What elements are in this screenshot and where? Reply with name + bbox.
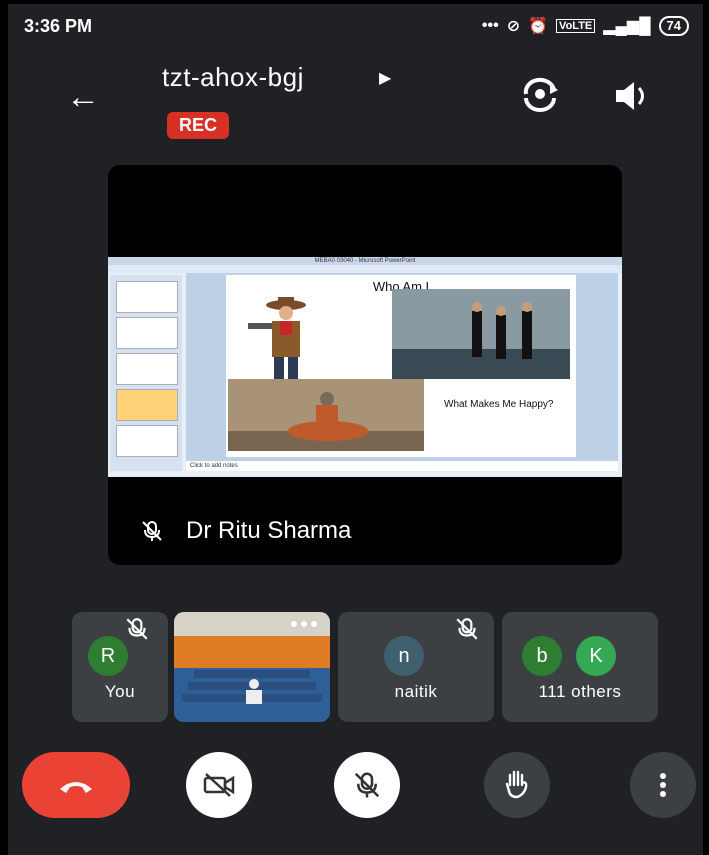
- camera-off-icon: [203, 773, 235, 797]
- battery-indicator: 74: [658, 16, 689, 36]
- volte-icon: VoLTE: [556, 19, 596, 33]
- meditating-man-image: [228, 379, 424, 451]
- auditorium-video: [174, 612, 330, 722]
- participant-tile-you[interactable]: R You: [72, 612, 168, 722]
- participant-video-tile[interactable]: [174, 612, 330, 722]
- cowboy-image: [228, 293, 338, 379]
- status-bar: 3:36 PM ••• ⊘ ⏰ VoLTE ▂▄▆█ 74: [24, 14, 689, 38]
- participant-strip: R You n naitik b K 111 others: [0, 612, 709, 722]
- call-controls: [0, 752, 709, 818]
- mic-off-icon: [126, 618, 148, 640]
- end-call-icon: [60, 782, 92, 793]
- raise-hand-button[interactable]: [484, 752, 550, 818]
- flip-camera-icon[interactable]: [520, 74, 560, 114]
- participant-name: You: [104, 682, 136, 701]
- status-icons: ••• ⊘ ⏰ VoLTE ▂▄▆█ 74: [482, 16, 689, 36]
- back-arrow-icon[interactable]: ←: [66, 78, 100, 117]
- avatar: R: [88, 636, 128, 676]
- slide-thumbnails: [110, 275, 182, 471]
- ppt-ribbon: [108, 265, 622, 273]
- signal-4g-icon: ▂▄▆█: [603, 18, 651, 35]
- avatar: K: [576, 636, 616, 676]
- shared-screen: MEBA0 03040 - Microsoft PowerPoint Who A…: [108, 257, 622, 477]
- mic-off-icon: [142, 521, 162, 541]
- more-options-button[interactable]: [630, 752, 696, 818]
- camera-toggle-button[interactable]: [186, 752, 252, 818]
- more-vert-icon: [660, 773, 666, 797]
- presenter-name: Dr Ritu Sharma: [186, 517, 352, 544]
- slide-thumbnail-active: [116, 389, 178, 421]
- play-triangle-icon[interactable]: ▶: [379, 68, 391, 88]
- avatar: n: [384, 636, 424, 676]
- avatar: b: [522, 636, 562, 676]
- recording-badge: REC: [167, 112, 230, 139]
- slide-thumbnail: [116, 353, 178, 385]
- presenter-label: Dr Ritu Sharma: [140, 517, 351, 545]
- slide-area: Who Am I What Makes Me Happy?: [186, 273, 618, 463]
- slide-thumbnail: [116, 281, 178, 313]
- presenter-tile[interactable]: MEBA0 03040 - Microsoft PowerPoint Who A…: [108, 165, 622, 565]
- screen-bezel-top: [0, 0, 709, 4]
- end-call-button[interactable]: [22, 752, 130, 818]
- participant-tile-naitik[interactable]: n naitik: [338, 612, 494, 722]
- slide-thumbnail: [116, 425, 178, 457]
- slide: Who Am I What Makes Me Happy?: [226, 275, 576, 457]
- screen-bezel-right: [703, 0, 709, 855]
- participant-tile-others[interactable]: b K 111 others: [502, 612, 658, 722]
- mic-off-icon: [354, 772, 380, 798]
- alarm-icon: ⏰: [528, 18, 549, 35]
- participant-name: naitik: [394, 682, 438, 701]
- bodyguards-image: [392, 289, 570, 379]
- more-dots-icon: •••: [481, 17, 499, 34]
- sync-off-icon: ⊘: [506, 18, 521, 35]
- screen-bezel-left: [0, 0, 8, 855]
- participant-name: 111 others: [538, 682, 622, 701]
- slide-body-text: What Makes Me Happy?: [444, 399, 554, 410]
- speaker-icon[interactable]: [612, 78, 652, 114]
- status-time: 3:36 PM: [24, 15, 93, 36]
- slide-notes: Click to add notes: [186, 461, 618, 471]
- slide-thumbnail: [116, 317, 178, 349]
- meeting-code[interactable]: tzt-ahox-bgj: [162, 62, 304, 93]
- raise-hand-icon: [505, 770, 528, 799]
- mic-off-icon: [456, 618, 478, 640]
- mic-toggle-button[interactable]: [334, 752, 400, 818]
